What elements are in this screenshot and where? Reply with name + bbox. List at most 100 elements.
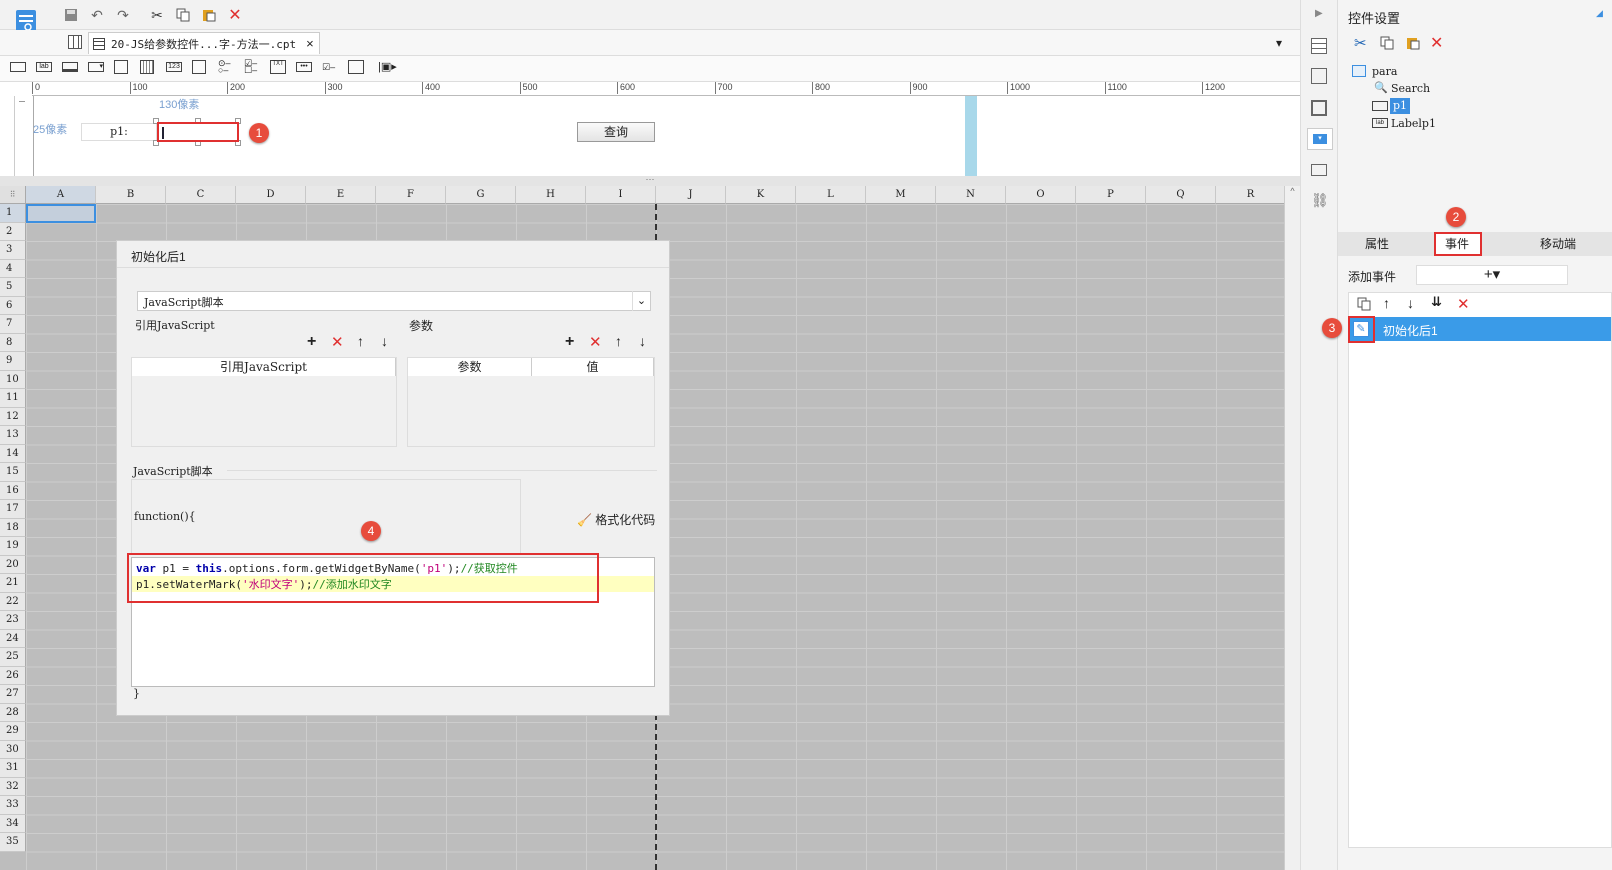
row-header[interactable]: 35: [0, 833, 26, 852]
column-header[interactable]: R: [1216, 186, 1286, 204]
row-header[interactable]: 23: [0, 611, 26, 630]
undo-icon[interactable]: ↶: [88, 6, 106, 24]
column-header[interactable]: O: [1006, 186, 1076, 204]
column-header[interactable]: H: [516, 186, 586, 204]
row-header[interactable]: 28: [0, 703, 26, 722]
param-up-icon[interactable]: ↑: [615, 333, 622, 349]
row-header[interactable]: 7: [0, 315, 26, 334]
splitter-handle[interactable]: ···: [0, 175, 1300, 186]
vertical-scrollbar[interactable]: ^: [1284, 186, 1300, 870]
delete-icon[interactable]: ✕: [226, 6, 244, 24]
textbox-widget-icon[interactable]: [10, 62, 26, 72]
event-up-icon[interactable]: ↑: [1383, 295, 1390, 311]
column-header[interactable]: C: [166, 186, 236, 204]
column-header[interactable]: F: [376, 186, 446, 204]
document-tab[interactable]: 20-JS给参数控件...字-方法一.cpt ×: [88, 32, 320, 54]
tree-item-p1[interactable]: p1: [1390, 98, 1411, 114]
password-widget-icon[interactable]: •••: [296, 62, 312, 72]
row-header[interactable]: 17: [0, 500, 26, 519]
row-header[interactable]: 10: [0, 370, 26, 389]
more-widgets-icon[interactable]: |▣▸: [378, 60, 410, 74]
ref-down-icon[interactable]: ↓: [381, 333, 388, 349]
format-code-button[interactable]: 🧹 格式化代码: [577, 511, 655, 528]
column-header[interactable]: N: [936, 186, 1006, 204]
column-header[interactable]: K: [726, 186, 796, 204]
row-header[interactable]: 14: [0, 444, 26, 463]
row-header[interactable]: 19: [0, 537, 26, 556]
row-header[interactable]: 15: [0, 463, 26, 482]
expand-arrow-icon[interactable]: ▶: [1315, 8, 1323, 19]
add-event-dropdown[interactable]: +▾: [1416, 265, 1568, 285]
tree-item-labelp1[interactable]: Labelp1: [1391, 117, 1436, 130]
row-header[interactable]: 30: [0, 740, 26, 759]
column-header[interactable]: D: [236, 186, 306, 204]
link-icon[interactable]: ⛓: [1311, 192, 1329, 209]
column-header[interactable]: J: [656, 186, 726, 204]
row-header[interactable]: 27: [0, 685, 26, 704]
ref-up-icon[interactable]: ↑: [357, 333, 364, 349]
param-add-icon[interactable]: +: [565, 333, 574, 351]
row-header[interactable]: 20: [0, 555, 26, 574]
row-header[interactable]: 22: [0, 592, 26, 611]
event-copy-icon[interactable]: [1357, 297, 1371, 314]
row-header[interactable]: 3: [0, 241, 26, 260]
calendar-widget-icon[interactable]: [140, 60, 154, 74]
row-header[interactable]: 26: [0, 666, 26, 685]
column-header[interactable]: P: [1076, 186, 1146, 204]
column-header[interactable]: G: [446, 186, 516, 204]
param-down-icon[interactable]: ↓: [639, 333, 646, 349]
tree-item-search[interactable]: Search: [1391, 82, 1430, 95]
ref-add-icon[interactable]: +: [307, 333, 316, 351]
checkgroup-widget-icon[interactable]: ☑– ☐–: [244, 59, 260, 75]
button-widget-icon[interactable]: [62, 62, 78, 72]
cell-attr-icon[interactable]: [1311, 68, 1327, 84]
row-header[interactable]: 31: [0, 759, 26, 778]
row-header[interactable]: 4: [0, 259, 26, 278]
row-header[interactable]: 9: [0, 352, 26, 371]
checkbox-widget-icon[interactable]: ☑–: [322, 62, 338, 72]
row-header[interactable]: 33: [0, 796, 26, 815]
column-header[interactable]: I: [586, 186, 656, 204]
row-header[interactable]: 12: [0, 407, 26, 426]
row-header[interactable]: 34: [0, 814, 26, 833]
column-header[interactable]: Q: [1146, 186, 1216, 204]
number-widget-icon[interactable]: 123: [166, 62, 182, 72]
label-p1[interactable]: p1:: [81, 123, 157, 141]
event-down-icon[interactable]: ↓: [1407, 295, 1414, 311]
tree-widget-icon[interactable]: [348, 60, 364, 74]
row-header[interactable]: 21: [0, 574, 26, 593]
event-bottom-icon[interactable]: ⇊: [1431, 294, 1442, 310]
tab-mobile[interactable]: 移动端: [1504, 232, 1612, 256]
paste-icon[interactable]: [200, 6, 218, 24]
cut-icon[interactable]: ✂: [148, 6, 166, 24]
row-header[interactable]: 18: [0, 518, 26, 537]
row-header[interactable]: 5: [0, 278, 26, 297]
param-delete-icon[interactable]: ✕: [589, 333, 602, 351]
query-button[interactable]: 查询: [577, 122, 655, 142]
panel-collapse-icon[interactable]: ▾: [1276, 36, 1282, 50]
row-header[interactable]: 16: [0, 481, 26, 500]
row-header[interactable]: 11: [0, 389, 26, 408]
copy-icon[interactable]: [174, 6, 192, 24]
type-select[interactable]: JavaScript脚本 ⌄: [137, 291, 651, 311]
label-widget-icon[interactable]: lab: [36, 62, 52, 72]
row-header[interactable]: 29: [0, 722, 26, 741]
panel-paste-icon[interactable]: [1406, 36, 1420, 53]
frame-icon[interactable]: [1311, 100, 1327, 116]
redo-icon[interactable]: ↷: [114, 6, 132, 24]
row-header[interactable]: 25: [0, 648, 26, 667]
row-header[interactable]: 1: [0, 204, 26, 223]
datetime-widget-icon[interactable]: [114, 60, 128, 74]
column-header[interactable]: L: [796, 186, 866, 204]
tab-close-icon[interactable]: ×: [306, 36, 314, 51]
condition-icon[interactable]: [1311, 164, 1327, 176]
text-widget-icon[interactable]: TXT: [270, 60, 286, 74]
combobox-widget-icon[interactable]: ▾: [88, 62, 104, 72]
row-header[interactable]: 2: [0, 222, 26, 241]
select-all-corner[interactable]: ⠿: [0, 186, 26, 204]
panel-copy-icon[interactable]: [1380, 36, 1394, 53]
save-icon[interactable]: [62, 6, 80, 24]
column-header[interactable]: B: [96, 186, 166, 204]
layout-icon[interactable]: [1311, 38, 1327, 54]
widget-settings-icon[interactable]: ▾: [1307, 128, 1333, 150]
